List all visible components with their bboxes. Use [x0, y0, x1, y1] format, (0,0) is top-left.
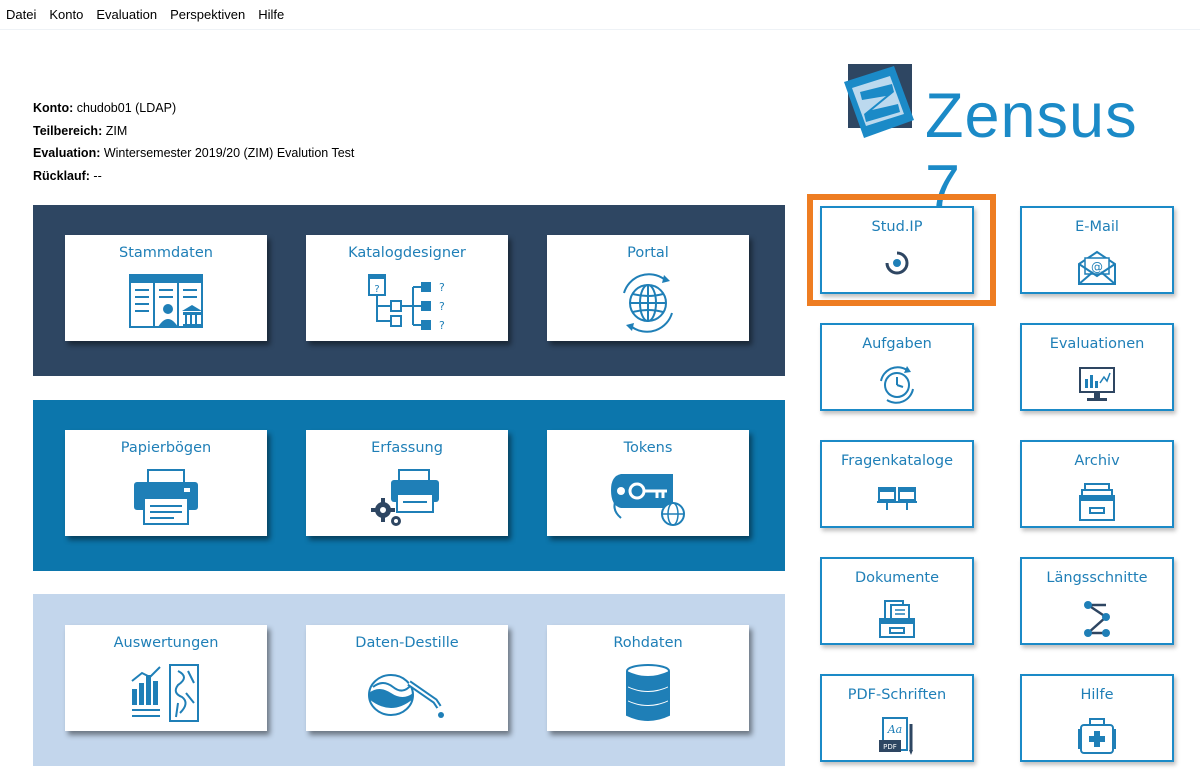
info-evaluation: Evaluation: Wintersemester 2019/20 (ZIM)… [33, 146, 355, 160]
clock-sync-icon [877, 365, 917, 409]
flowchart-icon: ? ? ? ? [365, 273, 449, 337]
panel-auswertung-group: Auswertungen Daten-Destille Rohdaten [33, 594, 785, 766]
globe-sync-icon [616, 273, 680, 337]
archive-drawer-icon [1077, 482, 1117, 526]
email-button[interactable]: E-Mail @ [1020, 206, 1174, 294]
printer-icon [130, 468, 202, 530]
zensus-logo-icon [844, 64, 914, 138]
tile-portal[interactable]: Portal [547, 235, 749, 341]
first-aid-kit-icon [1077, 716, 1117, 760]
menu-bar: Datei Konto Evaluation Perspektiven Hilf… [0, 0, 1200, 30]
tile-katalogdesigner[interactable]: Katalogdesigner ? ? ? ? [306, 235, 508, 341]
chart-document-icon [128, 663, 204, 727]
svg-text:?: ? [439, 300, 445, 313]
document-drawer-icon [877, 599, 917, 643]
menu-perspektiven[interactable]: Perspektiven [170, 7, 245, 22]
tile-tokens[interactable]: Tokens [547, 430, 749, 536]
info-teilbereich: Teilbereich: ZIM [33, 123, 128, 138]
database-icon [623, 663, 673, 727]
svg-text:PDF: PDF [883, 743, 897, 751]
laengsschnitte-button[interactable]: Längsschnitte [1020, 557, 1174, 645]
menu-evaluation[interactable]: Evaluation [96, 7, 157, 22]
tile-stammdaten[interactable]: Stammdaten [65, 235, 267, 341]
menu-datei[interactable]: Datei [6, 7, 36, 22]
archiv-button[interactable]: Archiv [1020, 440, 1174, 528]
tile-erfassung[interactable]: Erfassung [306, 430, 508, 536]
connected-nodes-icon [1082, 599, 1112, 643]
evaluationen-button[interactable]: Evaluationen [1020, 323, 1174, 411]
aufgaben-button[interactable]: Aufgaben [820, 323, 974, 411]
hilfe-button[interactable]: Hilfe [1020, 674, 1174, 762]
scanner-gears-icon [369, 468, 445, 532]
svg-text:?: ? [439, 319, 445, 332]
panel-stammdaten-group: Stammdaten Katalogdesigner ? ? ? ? Porta… [33, 205, 785, 376]
session-info: Konto: chudob01 (LDAP) Teilbereich: ZIM … [33, 97, 354, 187]
catalog-boxes-icon [875, 482, 919, 516]
pdf-schriften-button[interactable]: PDF-Schriften Aa PDF [820, 674, 974, 762]
svg-text:Aa: Aa [887, 723, 903, 736]
key-tag-globe-icon [607, 468, 689, 532]
svg-text:?: ? [439, 281, 445, 294]
info-konto: Konto: chudob01 (LDAP) [33, 101, 177, 115]
table-user-icon [128, 273, 204, 333]
envelope-at-icon: @ [1075, 248, 1119, 290]
zensus-logo: Zensus 7 [830, 62, 1170, 223]
pdf-font-icon: Aa PDF [877, 716, 917, 760]
menu-hilfe[interactable]: Hilfe [258, 7, 284, 22]
distillery-flask-icon [365, 663, 449, 727]
menu-konto[interactable]: Konto [49, 7, 83, 22]
fragenkataloge-button[interactable]: Fragenkataloge [820, 440, 974, 528]
info-ruecklauf: Rücklauf: -- [33, 168, 102, 183]
selection-highlight [807, 194, 996, 306]
dokumente-button[interactable]: Dokumente [820, 557, 974, 645]
tile-papierboegen[interactable]: Papierbögen [65, 430, 267, 536]
monitor-chart-icon [1077, 365, 1117, 409]
panel-papier-group: Papierbögen Erfassung Tokens [33, 400, 785, 571]
svg-text:?: ? [374, 284, 379, 295]
tile-daten-destille[interactable]: Daten-Destille [306, 625, 508, 731]
tile-rohdaten[interactable]: Rohdaten [547, 625, 749, 731]
tile-auswertungen[interactable]: Auswertungen [65, 625, 267, 731]
